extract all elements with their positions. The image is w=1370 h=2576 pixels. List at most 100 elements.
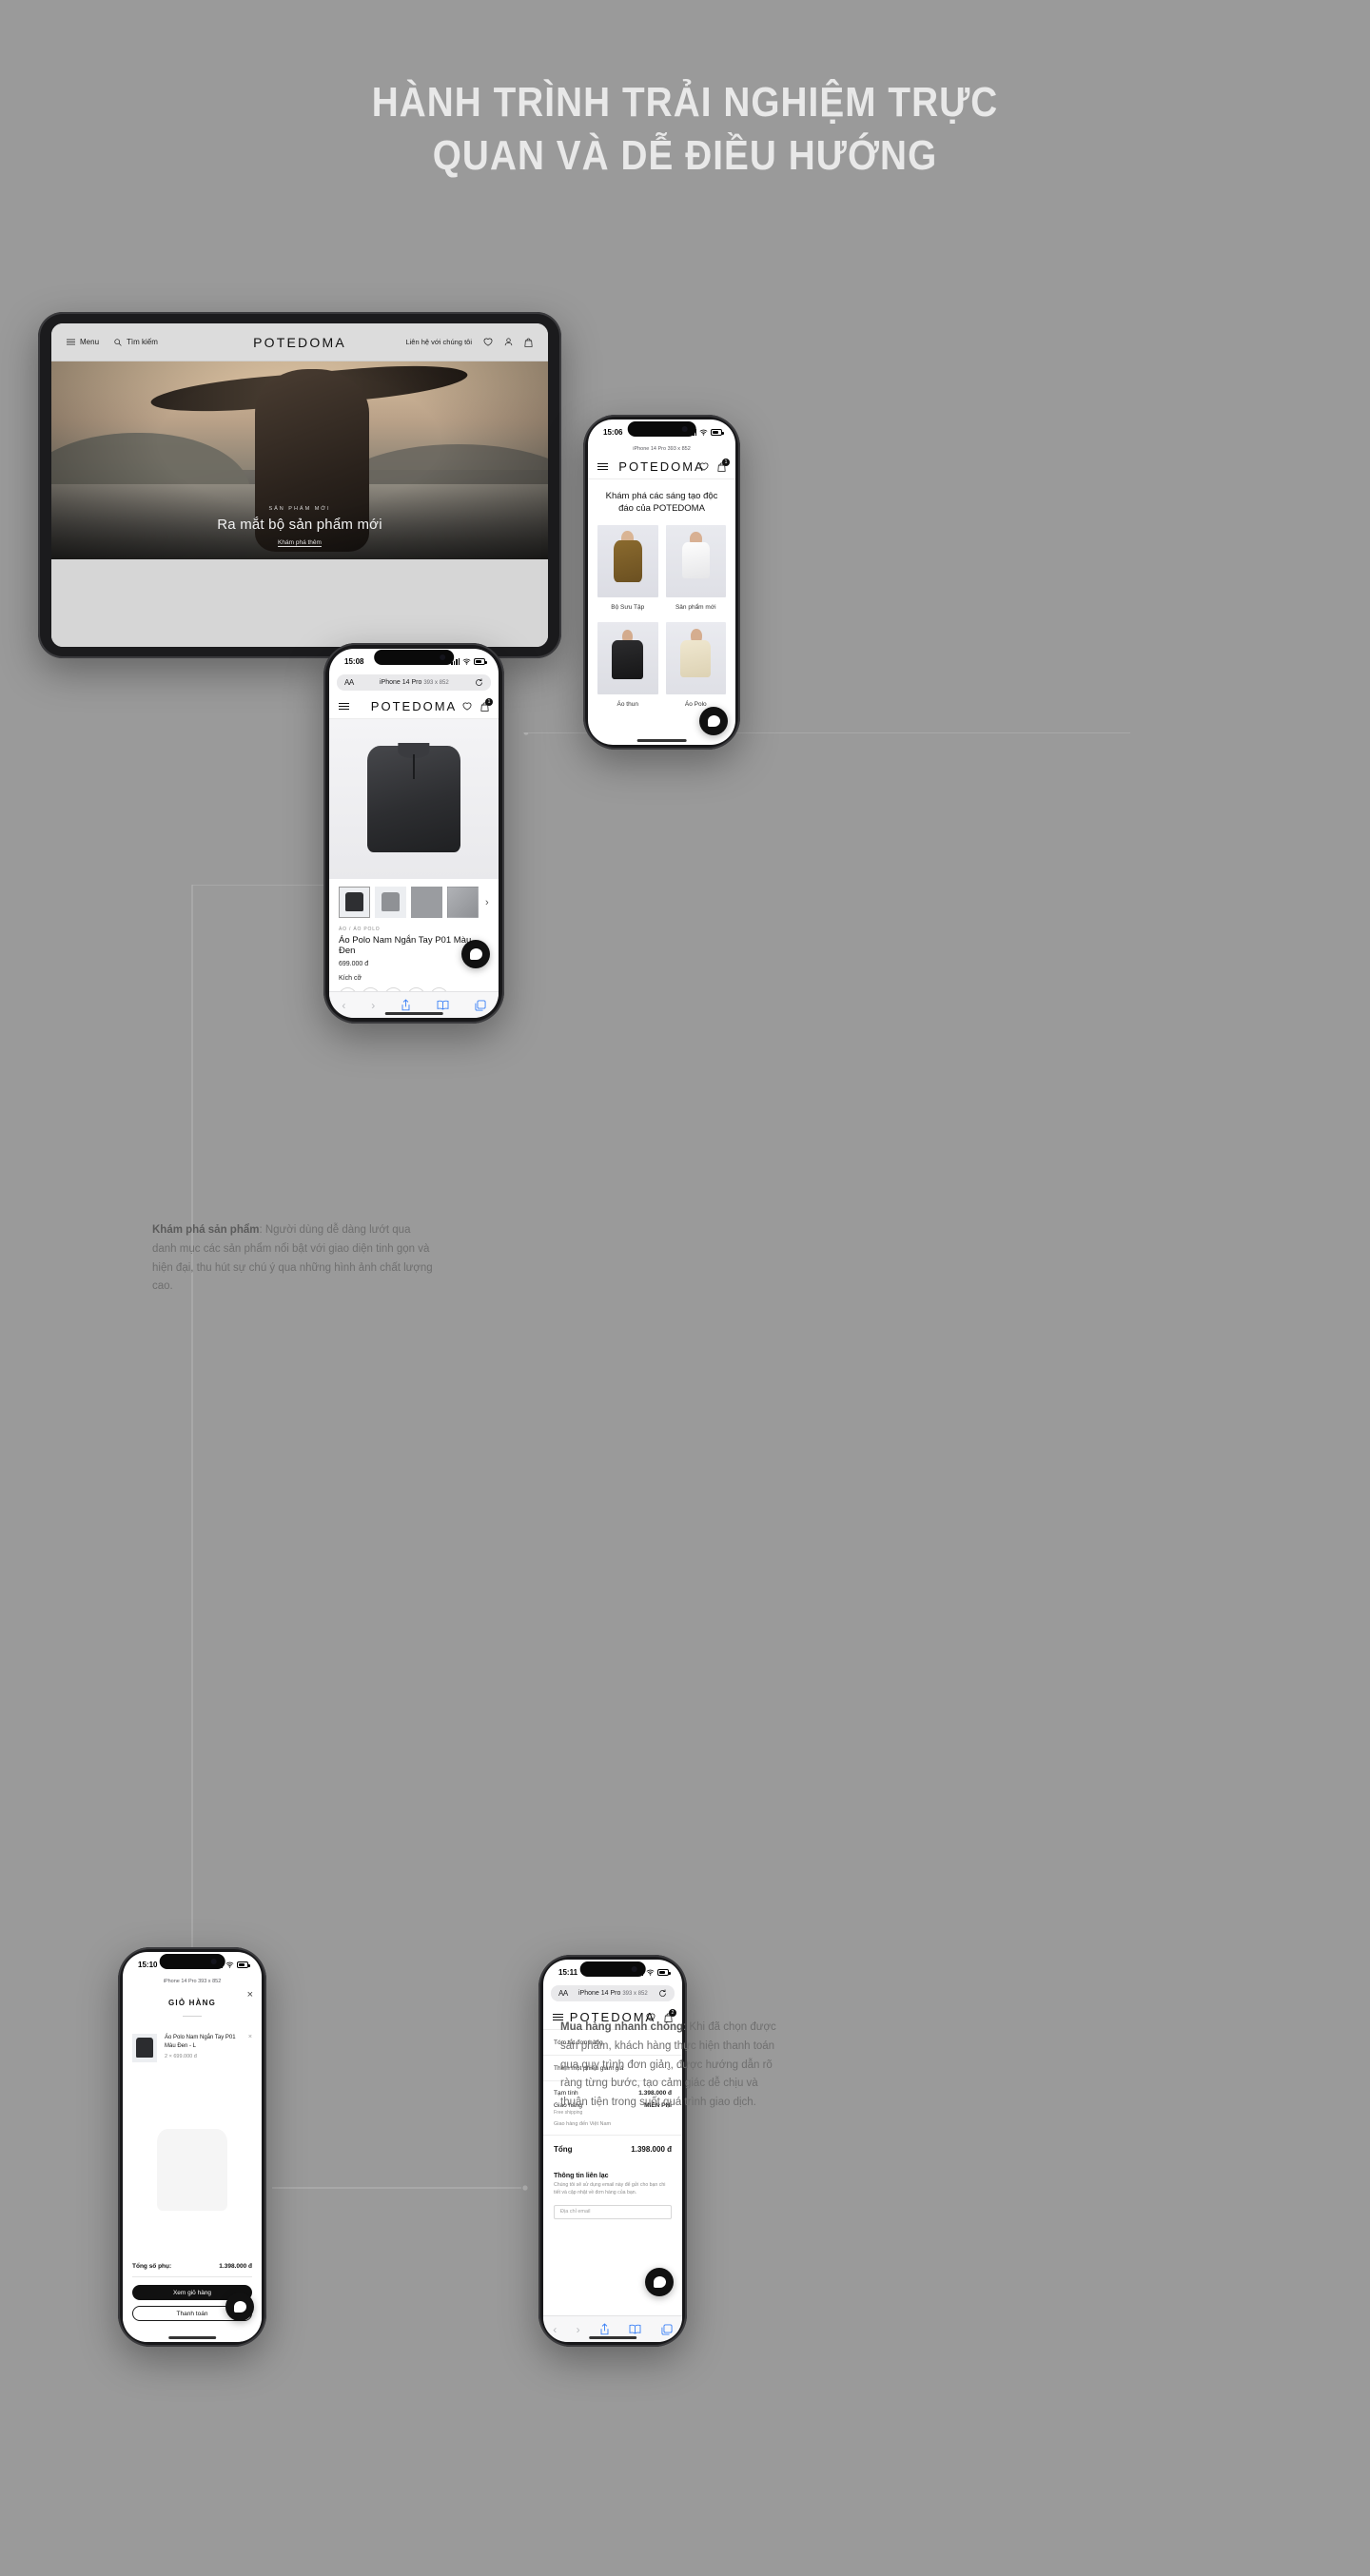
hamburger-icon[interactable] bbox=[339, 700, 349, 712]
category-image bbox=[597, 621, 658, 694]
category-label: Sản phẩm mới bbox=[675, 603, 716, 611]
phone-cart-screen: 15:10 iPhone 14 Pro 393 x 852 POTEDOMA G… bbox=[123, 1952, 262, 2342]
share-icon[interactable] bbox=[599, 2323, 610, 2335]
category-tile[interactable]: Sản phẩm mới bbox=[665, 524, 726, 615]
shipping-destination-note: Giao hàng đến Việt Nam bbox=[554, 2121, 612, 2127]
safari-viewport-size: 393 x 852 bbox=[622, 1991, 648, 1997]
bag-count-badge: 2 bbox=[669, 2008, 676, 2017]
grand-total-row: Tổng 1.398.000 đ bbox=[543, 2136, 682, 2163]
forward-icon[interactable]: › bbox=[371, 1000, 375, 1011]
size-label: Kích cỡ bbox=[339, 975, 362, 982]
tablet-menu-button[interactable]: Menu bbox=[67, 338, 99, 346]
shopbar-actions: 1 bbox=[462, 697, 493, 712]
reload-icon[interactable] bbox=[475, 678, 483, 687]
email-field[interactable]: Địa chỉ email bbox=[554, 2204, 672, 2219]
cart-line-item: Áo Polo Nam Ngắn Tay P01 Màu Đen - L 2 ×… bbox=[123, 2022, 262, 2062]
chat-widget-button[interactable] bbox=[225, 2293, 254, 2321]
tablet-mockup: Menu Tìm kiếm POTEDOMA Liên hệ với chúng… bbox=[38, 312, 561, 658]
cart-header: GIỎ HÀNG × bbox=[123, 1984, 262, 2022]
tabs-icon[interactable] bbox=[475, 999, 486, 1011]
category-label: Bộ Sưu Tập bbox=[611, 603, 645, 611]
text-size-button[interactable]: AA bbox=[344, 678, 354, 687]
connector-product-to-cart bbox=[189, 885, 333, 2050]
safari-viewport-size: 393 x 852 bbox=[423, 680, 449, 686]
chat-widget-button[interactable] bbox=[645, 2268, 674, 2296]
status-icons bbox=[451, 657, 487, 665]
safari-address-bar[interactable]: AA iPhone 14 Pro 393 x 852 bbox=[551, 1985, 675, 2001]
dynamic-island bbox=[159, 1954, 225, 1969]
bag-button[interactable]: 1 bbox=[480, 697, 493, 712]
status-time: 15:06 bbox=[603, 427, 623, 437]
wifi-icon bbox=[699, 429, 708, 436]
category-grid: Bộ Sưu Tập Sản phẩm mới Áo thun Áo Polo bbox=[588, 524, 735, 712]
bag-button[interactable]: 2 bbox=[664, 2008, 676, 2022]
cart-item-image bbox=[132, 2034, 157, 2062]
product-thumbnail-strip: › bbox=[329, 879, 499, 918]
safari-address-bar[interactable]: AA iPhone 14 Pro 393 x 852 bbox=[337, 674, 491, 691]
chat-widget-button[interactable] bbox=[461, 940, 490, 968]
tablet-search-button[interactable]: Tìm kiếm bbox=[114, 338, 158, 346]
chat-widget-button[interactable] bbox=[699, 707, 728, 735]
divider bbox=[183, 2016, 202, 2017]
cart-drawer: GIỎ HÀNG × Áo Polo Nam Ngắn Tay P01 Màu … bbox=[123, 1984, 262, 2342]
thumb-graphic bbox=[381, 891, 401, 911]
battery-icon bbox=[657, 1969, 671, 1976]
category-tile[interactable]: Bộ Sưu Tập bbox=[597, 524, 658, 615]
dynamic-island bbox=[374, 650, 454, 665]
tablet-contact-link[interactable]: Liên hệ với chúng tôi bbox=[405, 338, 472, 346]
category-label: Áo thun bbox=[616, 700, 638, 708]
hero-headline: Ra mắt bộ sản phẩm mới bbox=[217, 517, 382, 533]
bag-button[interactable]: 1 bbox=[717, 458, 730, 472]
category-tile[interactable]: Áo Polo bbox=[665, 621, 726, 712]
safari-device-name: iPhone 14 Pro bbox=[577, 1990, 621, 1997]
product-thumbnail[interactable] bbox=[447, 887, 479, 918]
breadcrumb: ÁO / ÁO POLO bbox=[339, 927, 381, 932]
close-icon[interactable]: × bbox=[247, 1990, 253, 2000]
product-thumbnail[interactable] bbox=[375, 887, 406, 918]
page-title: HÀNH TRÌNH TRẢI NGHIỆM TRỰC QUAN VÀ DỄ Đ… bbox=[82, 76, 1287, 184]
wifi-icon bbox=[462, 658, 471, 665]
category-image bbox=[665, 621, 726, 694]
home-indicator bbox=[589, 2336, 636, 2339]
text-size-button[interactable]: AA bbox=[558, 1989, 568, 1998]
annotation-purchase: Mua hàng nhanh chóng: Khi đã chọn được s… bbox=[560, 2019, 779, 2113]
phone-home-mockup: 15:06 iPhone 14 Pro 393 x 852 POTEDOMA 1… bbox=[583, 415, 740, 750]
phone-home-heading: Khám phá các sáng tạo độc đáo của POTEDO… bbox=[605, 491, 718, 514]
hamburger-icon[interactable] bbox=[597, 460, 608, 472]
reload-icon[interactable] bbox=[658, 1989, 667, 1998]
heart-icon[interactable] bbox=[646, 2013, 656, 2021]
remove-item-icon[interactable]: × bbox=[248, 2034, 252, 2062]
chevron-right-icon[interactable]: › bbox=[485, 897, 489, 908]
heart-icon[interactable] bbox=[462, 702, 472, 711]
phone-checkout-mockup: 15:11 AA iPhone 14 Pro 393 x 852 POTEDOM… bbox=[538, 1955, 687, 2347]
heart-icon[interactable] bbox=[699, 462, 709, 471]
product-thumbnail[interactable] bbox=[411, 887, 442, 918]
shopbar-actions: 1 bbox=[699, 458, 730, 472]
status-time: 15:11 bbox=[558, 1967, 578, 1977]
battery-icon bbox=[711, 429, 724, 436]
share-icon[interactable] bbox=[401, 999, 411, 1011]
bookmarks-icon[interactable] bbox=[437, 1000, 449, 1010]
contact-description: Chúng tôi sẽ sử dụng email này để gửi ch… bbox=[554, 2182, 666, 2195]
product-main-image[interactable] bbox=[329, 719, 499, 879]
back-icon[interactable]: ‹ bbox=[342, 1000, 345, 1011]
safari-url-text: iPhone 14 Pro 393 x 852 bbox=[578, 1990, 648, 1997]
phone-home-screen: 15:06 iPhone 14 Pro 393 x 852 POTEDOMA 1… bbox=[588, 420, 735, 745]
battery-icon bbox=[237, 1961, 250, 1968]
hero-cta-link[interactable]: Khám phá thêm bbox=[51, 539, 548, 546]
device-viewport-label: iPhone 14 Pro 393 x 852 bbox=[633, 446, 691, 452]
product-thumbnail[interactable] bbox=[339, 887, 370, 918]
forward-icon[interactable]: › bbox=[577, 2324, 580, 2335]
heart-icon[interactable] bbox=[483, 338, 493, 346]
bookmarks-icon[interactable] bbox=[629, 2324, 641, 2334]
user-icon[interactable] bbox=[504, 338, 513, 346]
bag-icon[interactable] bbox=[524, 338, 533, 347]
category-tile[interactable]: Áo thun bbox=[597, 621, 658, 712]
status-time: 15:08 bbox=[344, 656, 364, 666]
battery-icon bbox=[474, 658, 487, 665]
tabs-icon[interactable] bbox=[661, 2323, 673, 2335]
tablet-header-right: Liên hệ với chúng tôi bbox=[405, 338, 533, 347]
back-icon[interactable]: ‹ bbox=[553, 2324, 557, 2335]
connector-cart-to-annotation bbox=[272, 2185, 528, 2191]
phone-product-mockup: 15:08 AA iPhone 14 Pro 393 x 852 POTEDOM… bbox=[323, 643, 504, 1024]
